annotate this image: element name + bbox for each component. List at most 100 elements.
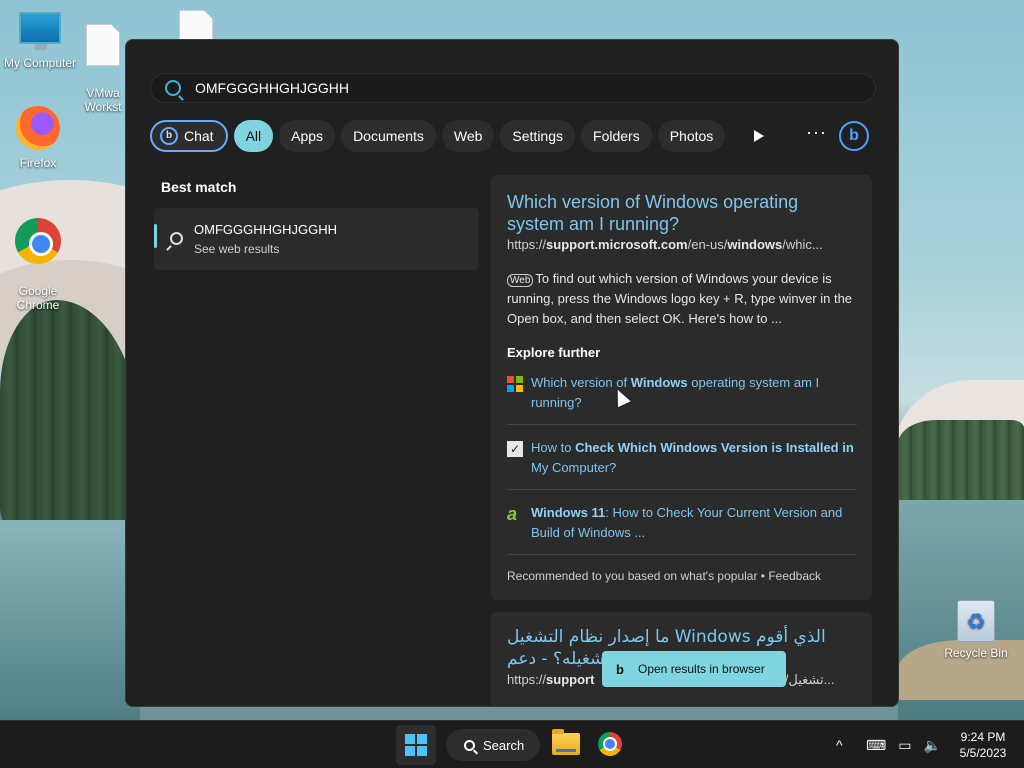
desktop-icon-label: Google Chrome: [16, 284, 60, 312]
bing-chat-icon: b: [160, 127, 178, 145]
url-part: windows: [727, 237, 783, 252]
chrome-icon[interactable]: [598, 732, 622, 756]
more-options-button[interactable]: ···: [806, 122, 827, 143]
search-icon: [464, 739, 475, 751]
desktop-icon-vmware[interactable]: VMwa Workst: [78, 10, 128, 128]
text-part: Windows: [630, 375, 688, 390]
explore-item-text: Windows 11: How to Check Your Current Ve…: [531, 503, 857, 543]
filter-label: Settings: [512, 128, 564, 144]
filter-label: Web: [453, 128, 483, 144]
clock[interactable]: 9:24 PM 5/5/2023: [952, 729, 1014, 761]
taskbar-search-button[interactable]: Search: [446, 729, 540, 761]
result-url[interactable]: https://support.microsoft.com/en-us/wind…: [507, 237, 857, 252]
desktop-icon-firefox[interactable]: Firefox: [0, 106, 78, 170]
best-match-heading: Best match: [161, 179, 237, 195]
explore-item-text: How to Check Which Windows Version is In…: [531, 438, 857, 478]
open-in-browser-button[interactable]: b Open results in browser: [602, 651, 786, 687]
selection-indicator: [154, 224, 157, 248]
text-part: Check Which Windows Version is Installed…: [575, 440, 854, 455]
filter-photos[interactable]: Photos: [657, 120, 726, 152]
divider: [507, 554, 857, 555]
explore-further-heading: Explore further: [507, 345, 601, 360]
keyboard-icon[interactable]: ⌨: [866, 737, 886, 754]
best-match-subtitle: See web results: [194, 242, 280, 256]
desktop-icon-recycle-bin[interactable]: ♻ Recycle Bin: [936, 600, 1016, 660]
recycle-bin-icon: ♻: [957, 600, 995, 642]
taskbar-search-label: Search: [483, 737, 525, 753]
search-input[interactable]: [195, 80, 855, 96]
wallpaper-trees: [898, 420, 1024, 500]
desktop-icon-chrome[interactable]: Google Chrome: [0, 204, 78, 326]
show-hidden-icons-button[interactable]: ^: [836, 721, 843, 768]
text-part: Which version of: [531, 375, 631, 390]
windows-logo-tile: [405, 734, 415, 744]
snippet-text: To find out which version of Windows you…: [507, 271, 853, 326]
url-part: support: [546, 672, 595, 687]
site-favicon-icon: ✓: [507, 441, 523, 457]
divider: [507, 424, 857, 425]
search-panel: b Chat All Apps Documents Web Settings F…: [125, 39, 899, 707]
desktop-icon-label: Recycle Bin: [944, 646, 1008, 660]
url-part: /whic...: [782, 237, 823, 252]
result-title-link[interactable]: Which version of Windows operating syste…: [507, 191, 857, 235]
filter-settings[interactable]: Settings: [500, 120, 576, 152]
text-part: Windows 11: [531, 505, 606, 520]
filter-label: Apps: [291, 128, 324, 144]
clock-time: 9:24 PM: [960, 730, 1006, 744]
filter-documents[interactable]: Documents: [341, 120, 436, 152]
open-in-browser-label: Open results in browser: [638, 662, 765, 676]
url-part: https://: [507, 672, 547, 687]
document-icon: [86, 24, 120, 66]
desktop-icon-label: Firefox: [19, 156, 57, 170]
best-match-item[interactable]: OMFGGGHHGHJGGHH See web results: [154, 208, 479, 270]
bing-icon: b: [616, 662, 624, 677]
firefox-icon: [16, 106, 60, 150]
result-preview-card: Which version of Windows operating syste…: [491, 175, 872, 600]
filter-bar: b Chat All Apps Documents Web Settings F…: [150, 120, 726, 152]
file-explorer-icon[interactable]: [552, 729, 580, 755]
windows-logo-tile: [417, 746, 427, 756]
system-tray: ⌨ ▭ 🔈: [866, 721, 941, 768]
clock-date: 5/5/2023: [959, 746, 1007, 760]
site-favicon-icon: a: [507, 504, 518, 524]
text-part: How to: [531, 440, 576, 455]
taskbar: Search ^ ⌨ ▭ 🔈 9:24 PM 5/5/2023: [0, 720, 1024, 768]
result-snippet: Web To find out which version of Windows …: [507, 269, 861, 329]
filter-label: Documents: [353, 128, 424, 144]
search-icon: [165, 80, 181, 96]
url-part: /en-us/: [687, 237, 728, 252]
more-filters-arrow-icon[interactable]: [754, 130, 764, 142]
filter-apps[interactable]: Apps: [279, 120, 336, 152]
desktop-icon-label: My Computer: [3, 56, 77, 70]
network-icon[interactable]: ▭: [898, 737, 911, 754]
desktop-icon-my-computer[interactable]: My Computer: [0, 12, 80, 70]
filter-label: Folders: [593, 128, 640, 144]
search-icon: [170, 232, 183, 245]
filter-label: Photos: [669, 128, 714, 144]
windows-logo-tile: [405, 746, 415, 756]
text-part: My Computer?: [531, 460, 617, 475]
start-button[interactable]: [396, 725, 436, 765]
desktop-icon-label: VMwa Workst: [84, 86, 122, 114]
url-part: https://: [507, 237, 547, 252]
windows-logo-tile: [417, 734, 427, 744]
chrome-icon: [15, 218, 61, 264]
wallpaper-lake: [0, 520, 140, 720]
monitor-icon: [19, 12, 61, 50]
search-box[interactable]: [150, 73, 876, 103]
filter-web[interactable]: Web: [441, 120, 495, 152]
microsoft-logo-icon: [507, 376, 523, 392]
filter-chat[interactable]: b Chat: [150, 120, 228, 152]
filter-folders[interactable]: Folders: [581, 120, 652, 152]
filter-all[interactable]: All: [233, 120, 274, 152]
divider: [507, 489, 857, 490]
filter-label: Chat: [184, 128, 214, 144]
best-match-title: OMFGGGHHGHJGGHH: [194, 222, 337, 237]
filter-label: All: [245, 128, 262, 144]
recommended-note[interactable]: Recommended to you based on what's popul…: [507, 569, 821, 583]
url-part: support.microsoft.com: [546, 237, 688, 252]
volume-icon[interactable]: 🔈: [923, 737, 940, 754]
web-tag: Web: [507, 274, 534, 287]
explore-item-text: Which version of Windows operating syste…: [531, 373, 857, 413]
bing-icon[interactable]: b: [839, 121, 869, 151]
